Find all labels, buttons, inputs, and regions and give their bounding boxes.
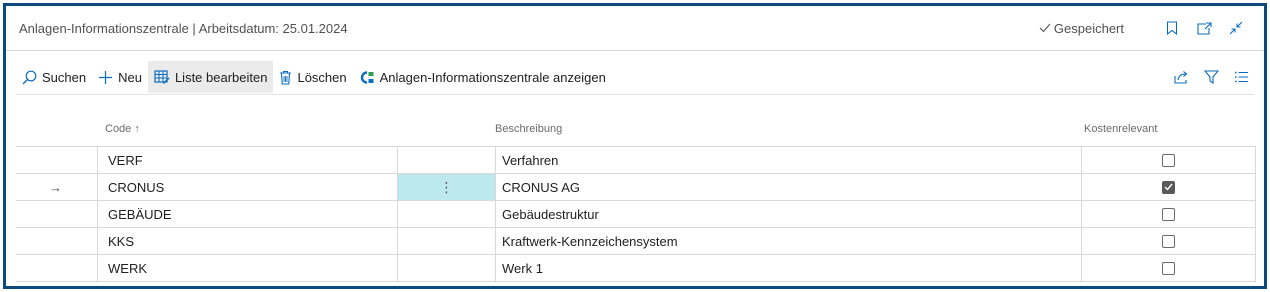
cost-relevant-cell[interactable]	[1081, 228, 1256, 254]
table-row[interactable]: KKS Kraftwerk-Kennzeichensystem	[16, 227, 1256, 254]
row-selector-arrow-icon[interactable]	[16, 147, 95, 173]
show-information-center-label: Anlagen-Informationszentrale anzeigen	[379, 69, 606, 85]
code-cell[interactable]: GEBÄUDE	[97, 201, 397, 227]
table-row[interactable]: WERK Werk 1	[16, 254, 1256, 282]
title-bar: Anlagen-Informationszentrale | Arbeitsda…	[6, 6, 1264, 50]
code-cell[interactable]: VERF	[97, 147, 397, 173]
row-menu-button[interactable]	[397, 255, 495, 281]
description-cell[interactable]: CRONUS AG	[495, 174, 1081, 200]
cost-relevant-cell[interactable]	[1081, 255, 1256, 281]
title-divider	[6, 50, 1264, 51]
description-cell[interactable]: Gebäudestruktur	[495, 201, 1081, 227]
page-title: Anlagen-Informationszentrale | Arbeitsda…	[19, 20, 348, 36]
search-label: Suchen	[42, 69, 87, 85]
new-button[interactable]: Neu	[92, 61, 148, 93]
code-cell[interactable]: CRONUS	[97, 174, 397, 200]
saved-status: Gespeichert	[1039, 21, 1124, 36]
page-frame: Anlagen-Informationszentrale | Arbeitsda…	[3, 3, 1267, 289]
saved-status-label: Gespeichert	[1053, 20, 1124, 36]
row-selector-arrow-icon[interactable]	[16, 201, 95, 227]
trash-icon	[280, 70, 292, 85]
cost-relevant-checkbox[interactable]	[1162, 180, 1175, 194]
edit-list-label: Liste bearbeiten	[174, 69, 268, 85]
data-table: VERF Verfahren → CRONUS ⋮ CRONUS AG GEBÄUDE Geb…	[16, 146, 1256, 282]
checkmark-icon	[1039, 23, 1051, 33]
share-icon[interactable]	[1168, 64, 1194, 90]
row-selector-arrow-icon[interactable]	[16, 228, 95, 254]
list-view-icon[interactable]	[1228, 64, 1254, 90]
cost-relevant-checkbox[interactable]	[1162, 234, 1175, 248]
row-menu-button[interactable]	[397, 228, 495, 254]
row-menu-button[interactable]: ⋮	[397, 174, 495, 200]
row-selector-arrow-icon[interactable]	[16, 255, 95, 281]
action-bar-right	[1164, 61, 1254, 93]
edit-list-button[interactable]: Liste bearbeiten	[147, 61, 274, 93]
show-information-center-button[interactable]: Anlagen-Informationszentrale anzeigen	[353, 61, 612, 93]
bookmark-icon[interactable]	[1158, 14, 1186, 42]
edit-list-icon	[154, 69, 170, 84]
filter-icon[interactable]	[1198, 64, 1224, 90]
cost-relevant-checkbox[interactable]	[1162, 153, 1175, 167]
collapse-icon[interactable]	[1222, 14, 1250, 42]
more-options-icon: ⋮	[439, 178, 454, 195]
delete-label: Löschen	[297, 69, 347, 85]
row-selector-arrow-icon[interactable]: →	[16, 174, 95, 200]
table-row[interactable]: GEBÄUDE Gebäudestruktur	[16, 200, 1256, 227]
new-label: Neu	[118, 69, 142, 85]
table-row[interactable]: → CRONUS ⋮ CRONUS AG	[16, 173, 1256, 200]
row-menu-button[interactable]	[397, 147, 495, 173]
description-cell[interactable]: Werk 1	[495, 255, 1081, 281]
search-icon	[22, 70, 37, 84]
search-button[interactable]: Suchen	[16, 61, 92, 93]
cost-relevant-cell[interactable]	[1081, 174, 1256, 200]
title-actions: Gespeichert	[1039, 6, 1250, 50]
open-new-window-icon[interactable]	[1190, 14, 1218, 42]
table-row[interactable]: VERF Verfahren	[16, 146, 1256, 173]
column-header-code[interactable]: Code ↑	[105, 123, 140, 135]
information-center-icon	[360, 70, 374, 84]
code-cell[interactable]: WERK	[97, 255, 397, 281]
cost-relevant-cell[interactable]	[1081, 201, 1256, 227]
row-menu-button[interactable]	[397, 201, 495, 227]
cost-relevant-checkbox[interactable]	[1162, 261, 1175, 275]
action-bar: Suchen Neu Liste bearbeiten Löschen Anla…	[16, 61, 1254, 93]
cost-relevant-cell[interactable]	[1081, 147, 1256, 173]
code-cell[interactable]: KKS	[97, 228, 397, 254]
description-cell[interactable]: Kraftwerk-Kennzeichensystem	[495, 228, 1081, 254]
column-header-description[interactable]: Beschreibung	[495, 123, 562, 135]
delete-button[interactable]: Löschen	[273, 61, 352, 93]
description-cell[interactable]: Verfahren	[495, 147, 1081, 173]
cost-relevant-checkbox[interactable]	[1162, 207, 1175, 221]
column-header-cost-relevant[interactable]: Kostenrelevant	[1084, 123, 1157, 135]
action-divider	[16, 94, 1254, 95]
plus-icon	[99, 70, 113, 84]
